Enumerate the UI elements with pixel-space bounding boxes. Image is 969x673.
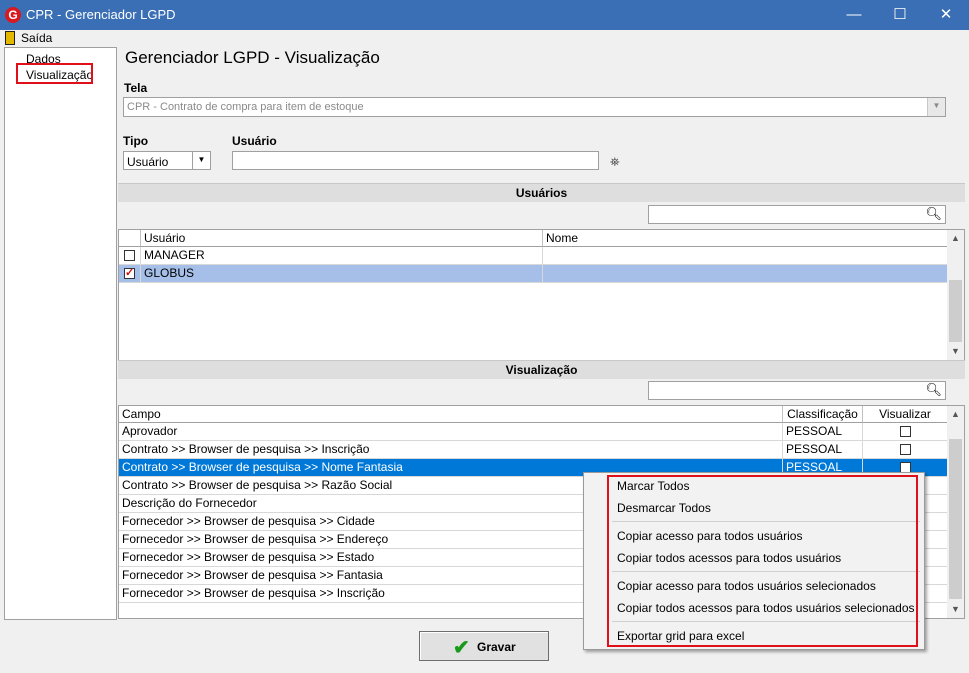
app-logo-icon: G xyxy=(5,7,21,23)
usuario-label: Usuário xyxy=(232,134,277,148)
window-title: CPR - Gerenciador LGPD xyxy=(26,7,176,22)
campo-cell: Contrato >> Browser de pesquisa >> Inscr… xyxy=(119,441,783,459)
name-cell xyxy=(543,265,948,283)
tree-selection-highlight xyxy=(16,63,93,84)
tela-value: CPR - Contrato de compra para item de es… xyxy=(127,101,364,113)
table-row[interactable]: Contrato >> Browser de pesquisa >> Inscr… xyxy=(119,441,948,459)
users-col-usuario[interactable]: Usuário xyxy=(141,230,543,247)
visualizar-cell xyxy=(863,423,948,441)
visualizar-checkbox[interactable] xyxy=(900,444,911,455)
navigation-tree: Dados Visualização xyxy=(4,47,117,620)
view-search-input[interactable]: 🔍︎ xyxy=(648,381,946,400)
classificacao-cell: PESSOAL xyxy=(783,423,863,441)
tipo-select[interactable]: Usuário ▼ xyxy=(123,151,211,170)
view-grid-scrollbar[interactable]: ▲ ▼ xyxy=(947,406,964,618)
tipo-value: Usuário xyxy=(127,155,169,169)
maximize-button[interactable]: ☐ xyxy=(877,0,923,30)
binoculars-search-icon[interactable]: ⛯ xyxy=(610,155,620,170)
context-menu-highlight xyxy=(607,475,918,647)
page-title: Gerenciador LGPD - Visualização xyxy=(125,48,380,67)
checkmark-icon: ✓ xyxy=(125,267,135,279)
tela-label: Tela xyxy=(124,81,148,95)
table-row[interactable]: MANAGER xyxy=(119,247,948,265)
scroll-down-icon[interactable]: ▼ xyxy=(947,343,964,360)
chevron-down-icon[interactable]: ▼ xyxy=(192,152,210,169)
search-icon[interactable]: 🔍︎ xyxy=(925,206,942,222)
users-search-input[interactable]: 🔍︎ xyxy=(648,205,946,224)
row-check-cell: ✓ xyxy=(119,265,141,283)
chevron-down-icon[interactable]: ▼ xyxy=(927,98,945,116)
scroll-up-icon[interactable]: ▲ xyxy=(947,230,964,247)
scroll-thumb[interactable] xyxy=(949,439,962,599)
menu-bar xyxy=(0,30,969,47)
save-button-label: Gravar xyxy=(477,640,516,654)
name-cell xyxy=(543,247,948,265)
menu-item-exit[interactable]: Saída xyxy=(21,31,52,45)
checkmark-icon: ✔ xyxy=(453,637,470,659)
row-checkbox[interactable] xyxy=(124,250,135,261)
visualizar-checkbox[interactable] xyxy=(900,426,911,437)
view-col-classificacao[interactable]: Classificação xyxy=(783,406,863,423)
users-section-title: Usuários xyxy=(515,186,568,200)
scroll-down-icon[interactable]: ▼ xyxy=(947,601,964,618)
user-cell: MANAGER xyxy=(141,247,543,265)
view-col-campo[interactable]: Campo xyxy=(119,406,783,423)
view-section-title: Visualização xyxy=(505,363,578,377)
usuario-input[interactable] xyxy=(232,151,599,170)
users-col-nome[interactable]: Nome xyxy=(543,230,948,247)
tela-select[interactable]: CPR - Contrato de compra para item de es… xyxy=(123,97,946,117)
window-titlebar: G CPR - Gerenciador LGPD — ☐ ✕ xyxy=(0,0,969,30)
scroll-thumb[interactable] xyxy=(949,280,962,342)
exit-door-icon[interactable] xyxy=(5,31,15,45)
save-button[interactable]: ✔ Gravar xyxy=(419,631,549,661)
users-grid: Usuário Nome MANAGER ✓ GLOBUS ▲ ▼ xyxy=(118,229,965,361)
view-section-header: Visualização xyxy=(118,360,965,379)
minimize-button[interactable]: — xyxy=(831,0,877,30)
classificacao-cell: PESSOAL xyxy=(783,441,863,459)
users-section-header: Usuários xyxy=(118,183,965,202)
table-row[interactable]: ✓ GLOBUS xyxy=(119,265,948,283)
search-icon[interactable]: 🔍︎ xyxy=(925,382,942,398)
user-cell: GLOBUS xyxy=(141,265,543,283)
scroll-up-icon[interactable]: ▲ xyxy=(947,406,964,423)
view-col-visualizar[interactable]: Visualizar xyxy=(863,406,948,423)
users-grid-scrollbar[interactable]: ▲ ▼ xyxy=(947,230,964,360)
visualizar-cell xyxy=(863,441,948,459)
campo-cell: Aprovador xyxy=(119,423,783,441)
row-check-cell xyxy=(119,247,141,265)
close-button[interactable]: ✕ xyxy=(923,0,969,30)
table-row[interactable]: Aprovador PESSOAL xyxy=(119,423,948,441)
row-checkbox-checked[interactable]: ✓ xyxy=(124,267,135,279)
tipo-label: Tipo xyxy=(123,134,149,148)
users-grid-check-header xyxy=(119,230,141,247)
